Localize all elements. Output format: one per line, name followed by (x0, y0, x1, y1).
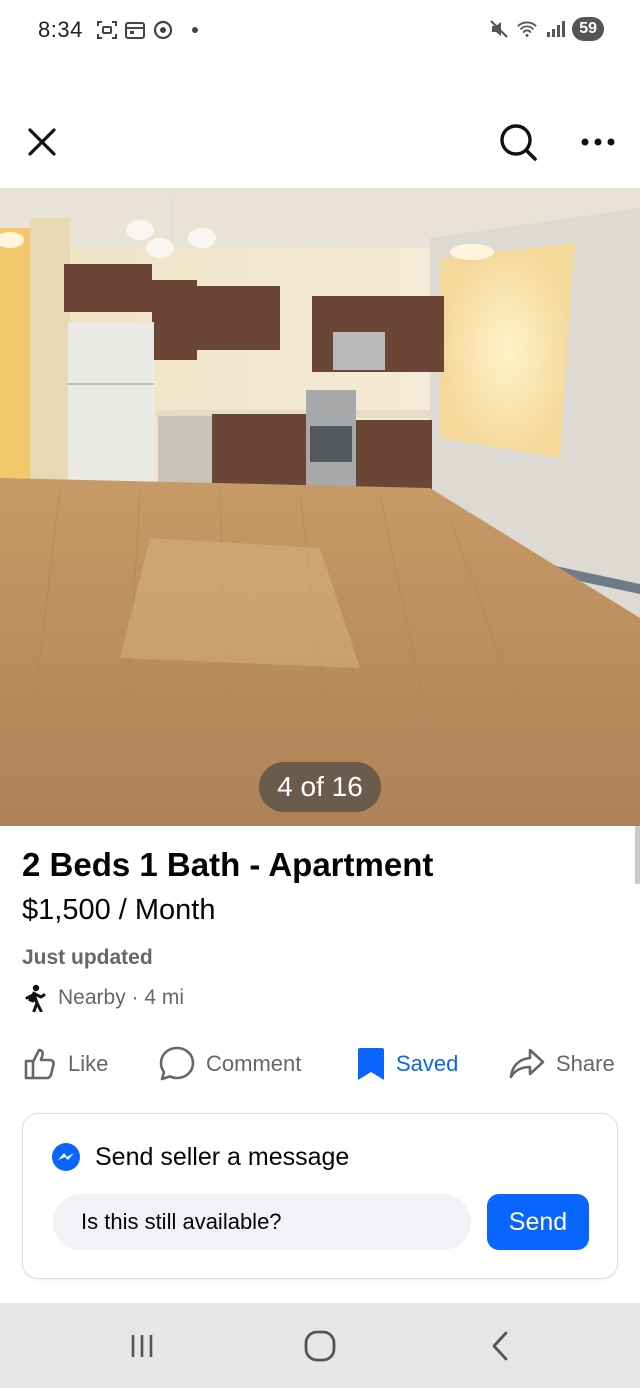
battery-level: 59 (572, 17, 604, 41)
action-bar: Like Comment Saved Share (0, 1040, 640, 1088)
message-seller-card: Send seller a message Send (22, 1113, 618, 1279)
listing-title: 2 Beds 1 Bath - Apartment (22, 846, 434, 883)
search-icon (500, 124, 537, 161)
scroll-indicator (635, 826, 640, 884)
chrome-icon (152, 20, 174, 40)
search-button[interactable] (496, 120, 540, 164)
walking-icon (25, 984, 46, 1012)
recent-apps-button[interactable] (112, 1323, 172, 1369)
like-button[interactable]: Like (22, 1040, 108, 1088)
like-icon (24, 1048, 55, 1080)
send-button[interactable]: Send (487, 1194, 589, 1250)
messenger-icon (52, 1143, 80, 1171)
wifi-icon (516, 19, 538, 39)
comment-icon (159, 1046, 195, 1081)
more-options-button[interactable] (576, 120, 620, 164)
more-icon (581, 138, 615, 146)
share-label: Share (556, 1051, 615, 1076)
listing-photo[interactable] (0, 188, 640, 826)
message-heading: Send seller a message (51, 1142, 349, 1172)
listing-updated: Just updated (22, 946, 153, 969)
bookmark-icon (358, 1048, 384, 1080)
mute-icon (488, 19, 510, 39)
notification-dot (192, 27, 198, 33)
message-input[interactable] (53, 1194, 471, 1250)
back-icon (492, 1331, 508, 1361)
message-heading-text: Send seller a message (95, 1142, 350, 1171)
status-time: 8:34 (38, 17, 83, 42)
back-button[interactable] (470, 1323, 530, 1369)
saved-label: Saved (396, 1051, 459, 1076)
saved-button[interactable]: Saved (356, 1040, 458, 1088)
calendar-icon (124, 20, 146, 40)
status-icons-left (96, 20, 198, 40)
listing-price: $1,500 / Month (22, 894, 216, 926)
apartment-kitchen-image (0, 188, 640, 826)
top-nav (0, 110, 640, 174)
home-icon (304, 1330, 336, 1362)
distance-text: Nearby · 4 mi (58, 986, 185, 1009)
listing-distance: Nearby · 4 mi (22, 984, 184, 1012)
share-icon (509, 1048, 545, 1079)
comment-button[interactable]: Comment (158, 1040, 301, 1088)
like-label: Like (68, 1051, 109, 1076)
screenshot-icon (96, 20, 118, 40)
system-nav-bar (0, 1303, 640, 1388)
comment-label: Comment (206, 1051, 302, 1076)
home-button[interactable] (290, 1323, 350, 1369)
recent-apps-icon (131, 1335, 153, 1357)
status-icons-right: 59 (488, 17, 604, 41)
signal-icon (544, 19, 566, 39)
close-icon (28, 128, 56, 156)
status-bar: 8:34 59 (0, 0, 640, 62)
close-button[interactable] (20, 120, 64, 164)
share-button[interactable]: Share (508, 1040, 615, 1088)
photo-counter: 4 of 16 (259, 762, 381, 812)
